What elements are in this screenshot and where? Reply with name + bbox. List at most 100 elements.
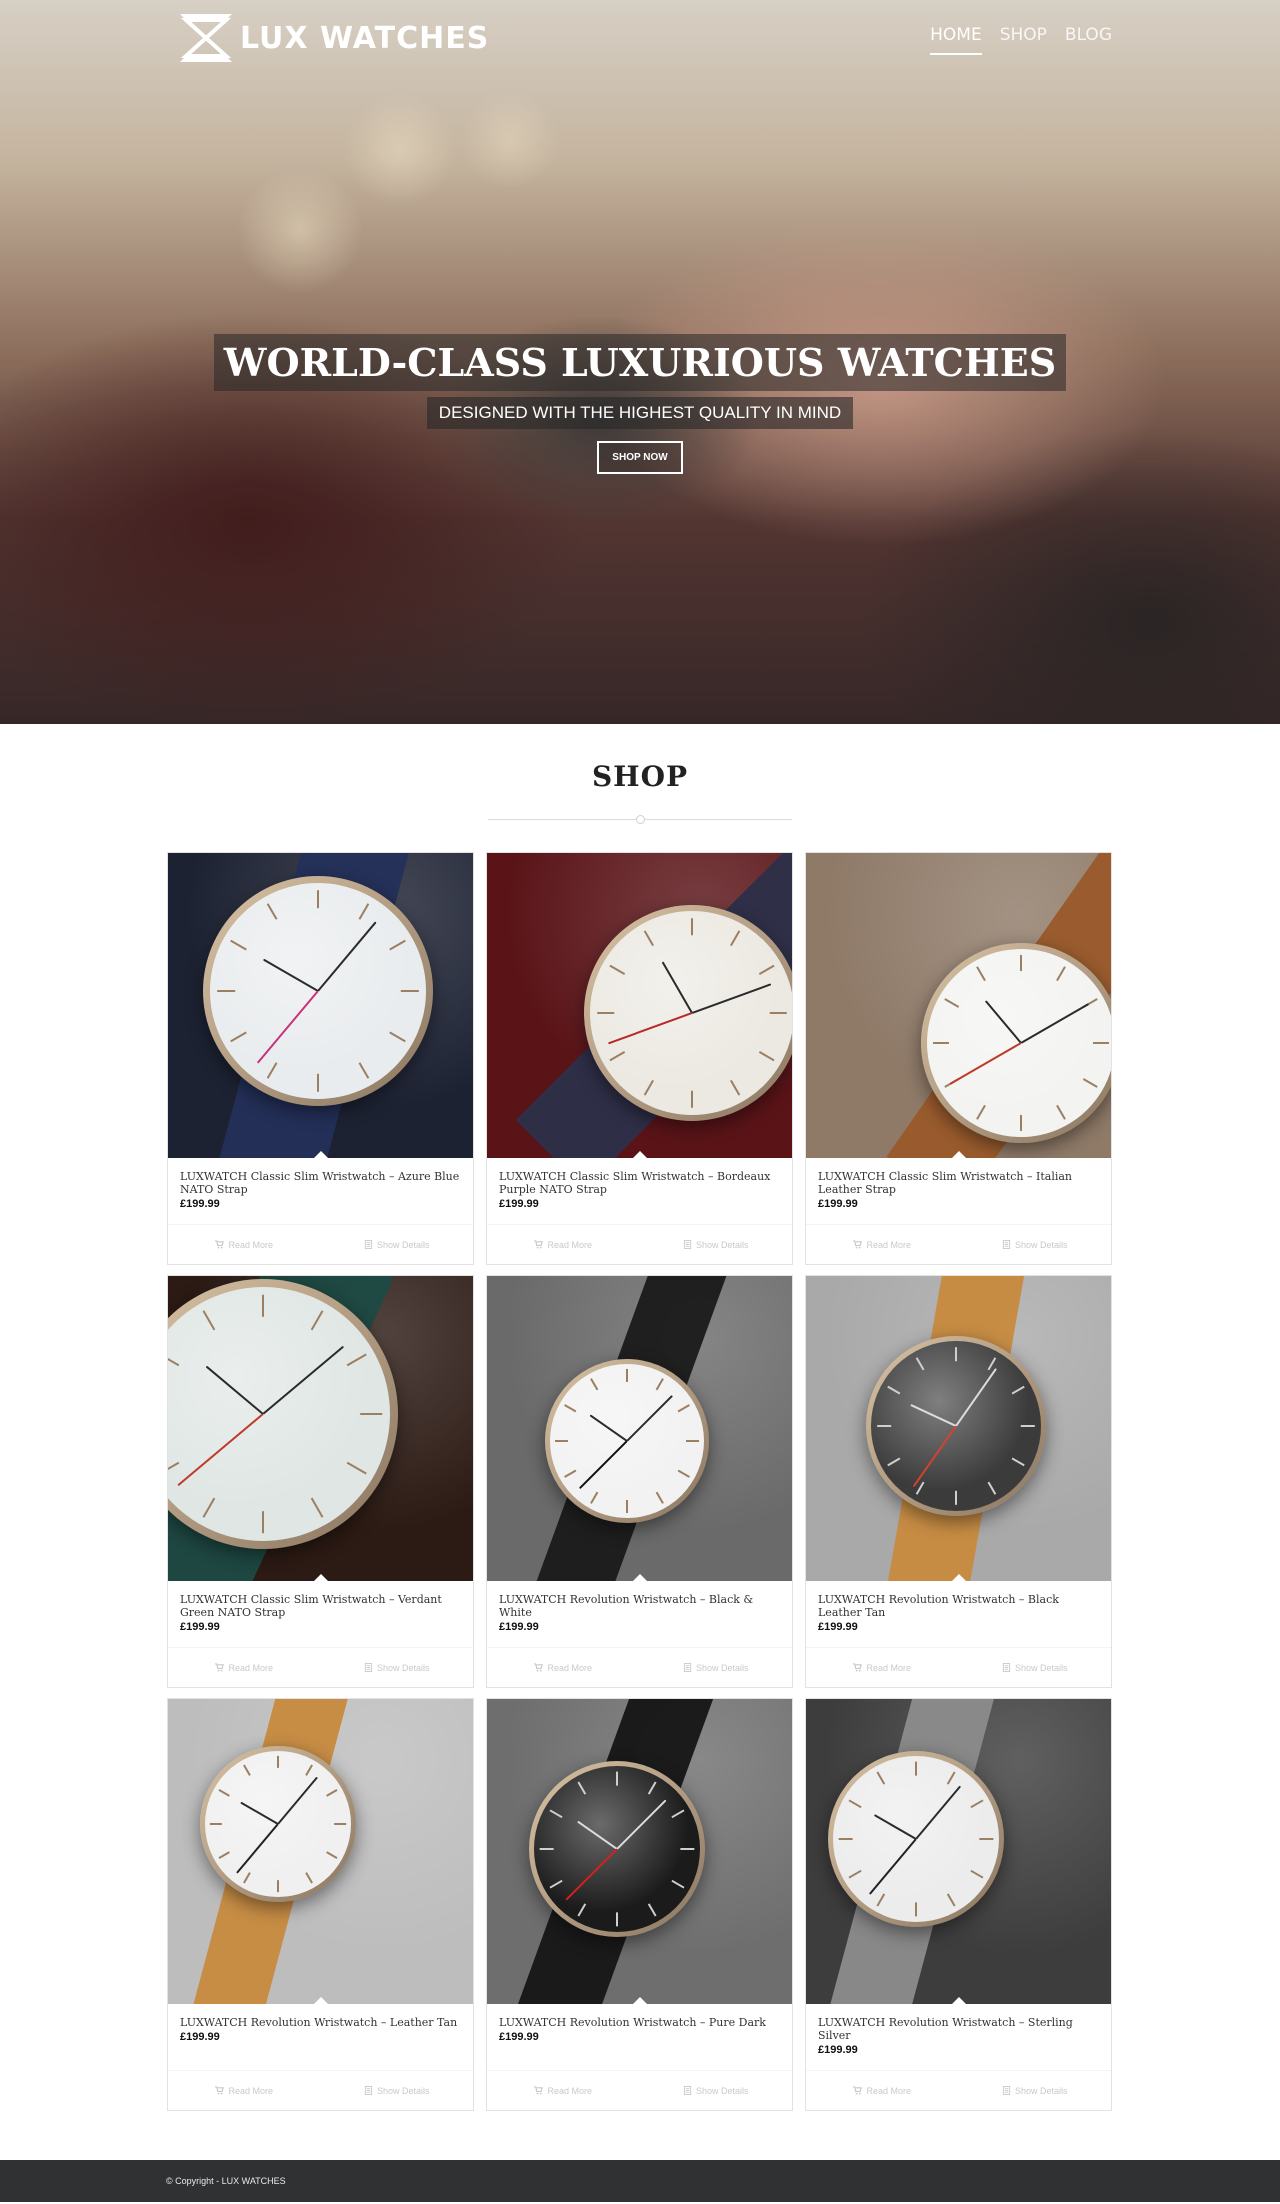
show-details-button[interactable]: Show Details (959, 2071, 1112, 2110)
product-info: LUXWATCH Revolution Wristwatch – Black L… (806, 1581, 1111, 1647)
show-details-label: Show Details (376, 1239, 430, 1250)
product-info: LUXWATCH Classic Slim Wristwatch – Itali… (806, 1158, 1111, 1224)
brand-logo-link[interactable]: LUX WATCHES (176, 12, 489, 64)
product-actions: Read More Show Details (487, 1647, 792, 1687)
watch-case (584, 905, 792, 1121)
section-divider (488, 815, 792, 824)
read-more-button[interactable]: Read More (487, 1648, 640, 1687)
product-image[interactable] (487, 853, 792, 1158)
hour-marker (277, 1880, 279, 1893)
product-price: £199.99 (818, 1198, 858, 1210)
hour-marker (277, 1755, 279, 1768)
read-more-label: Read More (228, 1239, 274, 1250)
product-image[interactable] (806, 853, 1111, 1158)
hero-content: WORLD-CLASS LUXURIOUS WATCHES DESIGNED W… (0, 334, 1280, 474)
hour-marker (1093, 1042, 1109, 1044)
product-image[interactable] (168, 1276, 473, 1581)
nav-home[interactable]: HOME (930, 25, 982, 55)
document-icon (364, 2086, 373, 2095)
product-card[interactable]: LUXWATCH Revolution Wristwatch – Black L… (805, 1275, 1112, 1688)
product-price: £199.99 (499, 2031, 539, 2043)
product-image[interactable] (168, 1699, 473, 2004)
show-details-label: Show Details (695, 1662, 749, 1673)
show-details-button[interactable]: Show Details (640, 2071, 793, 2110)
product-card[interactable]: LUXWATCH Revolution Wristwatch – Leather… (167, 1698, 474, 2111)
hour-marker (616, 1771, 618, 1786)
hour-marker (769, 1012, 788, 1014)
hour-marker (1020, 955, 1022, 971)
product-info: LUXWATCH Classic Slim Wristwatch – Borde… (487, 1158, 792, 1224)
product-card[interactable]: LUXWATCH Revolution Wristwatch – Black &… (486, 1275, 793, 1688)
show-details-button[interactable]: Show Details (959, 1648, 1112, 1687)
shop-now-button[interactable]: SHOP NOW (597, 441, 683, 474)
hour-marker (915, 1902, 917, 1917)
hourglass-logo-icon (180, 14, 232, 62)
nav-shop[interactable]: SHOP (1000, 25, 1047, 51)
cart-icon (853, 1663, 863, 1672)
hour-marker (979, 1838, 994, 1840)
watch-case (828, 1751, 1004, 1927)
nav-blog[interactable]: BLOG (1065, 25, 1112, 51)
document-icon (364, 1240, 373, 1249)
show-details-button[interactable]: Show Details (321, 2071, 474, 2110)
product-title[interactable]: LUXWATCH Revolution Wristwatch – Sterlin… (818, 2016, 1099, 2042)
read-more-button[interactable]: Read More (806, 1225, 959, 1264)
product-info: LUXWATCH Revolution Wristwatch – Leather… (168, 2004, 473, 2070)
product-title[interactable]: LUXWATCH Classic Slim Wristwatch – Verda… (180, 1593, 461, 1619)
cart-icon (534, 2086, 544, 2095)
show-details-label: Show Details (1014, 1239, 1068, 1250)
document-icon (683, 1663, 692, 1672)
top-navbar: LUX WATCHES HOME SHOP BLOG (176, 10, 1114, 66)
show-details-label: Show Details (376, 1662, 430, 1673)
product-price: £199.99 (818, 2044, 858, 2056)
product-title[interactable]: LUXWATCH Classic Slim Wristwatch – Itali… (818, 1170, 1099, 1196)
product-title[interactable]: LUXWATCH Revolution Wristwatch – Pure Da… (499, 2016, 780, 2029)
product-title[interactable]: LUXWATCH Revolution Wristwatch – Black L… (818, 1593, 1099, 1619)
product-image[interactable] (806, 1699, 1111, 2004)
hour-marker (209, 1823, 222, 1825)
product-card[interactable]: LUXWATCH Revolution Wristwatch – Sterlin… (805, 1698, 1112, 2111)
read-more-label: Read More (547, 1239, 593, 1250)
document-icon (364, 1663, 373, 1672)
show-details-button[interactable]: Show Details (321, 1225, 474, 1264)
show-details-button[interactable]: Show Details (321, 1648, 474, 1687)
read-more-button[interactable]: Read More (168, 1225, 321, 1264)
hour-marker (360, 1413, 382, 1415)
product-title[interactable]: LUXWATCH Classic Slim Wristwatch – Azure… (180, 1170, 461, 1196)
product-card[interactable]: LUXWATCH Classic Slim Wristwatch – Verda… (167, 1275, 474, 1688)
product-title[interactable]: LUXWATCH Revolution Wristwatch – Leather… (180, 2016, 461, 2029)
product-card[interactable]: LUXWATCH Classic Slim Wristwatch – Itali… (805, 852, 1112, 1265)
watch-case (921, 943, 1111, 1143)
hour-marker (691, 917, 693, 936)
product-title[interactable]: LUXWATCH Revolution Wristwatch – Black &… (499, 1593, 780, 1619)
product-price: £199.99 (180, 1198, 220, 1210)
product-image[interactable] (806, 1276, 1111, 1581)
product-actions: Read More Show Details (806, 1224, 1111, 1264)
product-price: £199.99 (180, 1621, 220, 1633)
product-card[interactable]: LUXWATCH Revolution Wristwatch – Pure Da… (486, 1698, 793, 2111)
cart-icon (534, 1240, 544, 1249)
cart-icon (853, 2086, 863, 2095)
divider-dot (636, 815, 645, 824)
read-more-button[interactable]: Read More (806, 1648, 959, 1687)
document-icon (683, 2086, 692, 2095)
shop-section: SHOP LUXWATCH Classic Slim Wristwatch – … (0, 724, 1280, 2111)
product-image[interactable] (168, 853, 473, 1158)
read-more-button[interactable]: Read More (487, 1225, 640, 1264)
read-more-button[interactable]: Read More (487, 2071, 640, 2110)
hero-section: LUX WATCHES HOME SHOP BLOG WORLD-CLASS L… (0, 0, 1280, 724)
product-title[interactable]: LUXWATCH Classic Slim Wristwatch – Borde… (499, 1170, 780, 1196)
read-more-button[interactable]: Read More (806, 2071, 959, 2110)
show-details-button[interactable]: Show Details (640, 1648, 793, 1687)
product-image[interactable] (487, 1276, 792, 1581)
hour-marker (216, 990, 236, 992)
product-image[interactable] (487, 1699, 792, 2004)
show-details-button[interactable]: Show Details (959, 1225, 1112, 1264)
read-more-button[interactable]: Read More (168, 1648, 321, 1687)
product-card[interactable]: LUXWATCH Classic Slim Wristwatch – Borde… (486, 852, 793, 1265)
product-card[interactable]: LUXWATCH Classic Slim Wristwatch – Azure… (167, 852, 474, 1265)
watch-case (203, 876, 433, 1106)
show-details-button[interactable]: Show Details (640, 1225, 793, 1264)
hour-marker (955, 1346, 957, 1362)
read-more-button[interactable]: Read More (168, 2071, 321, 2110)
